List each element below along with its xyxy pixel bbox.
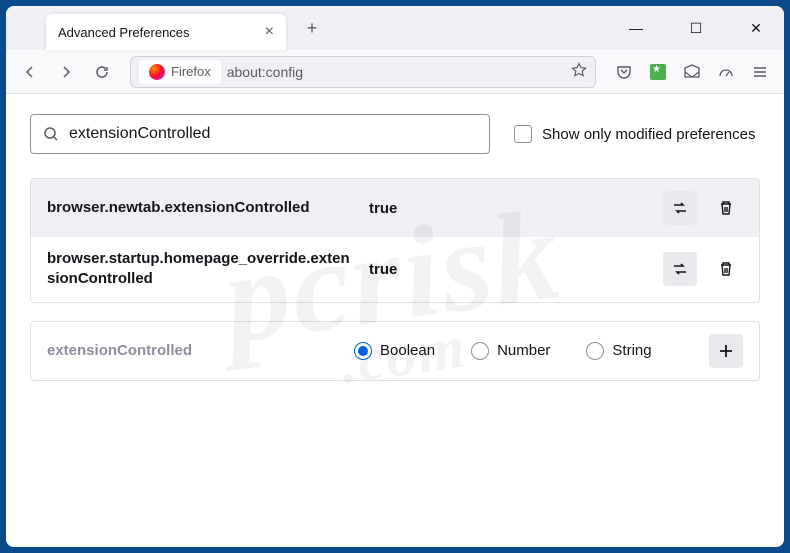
radio-label: Boolean: [380, 342, 435, 359]
toggle-button[interactable]: [663, 191, 697, 225]
radio-icon: [586, 342, 604, 360]
identity-box[interactable]: Firefox: [139, 60, 221, 84]
maximize-button[interactable]: ☐: [678, 20, 714, 37]
pref-row: browser.newtab.extensionControlled true: [31, 179, 759, 237]
search-input[interactable]: [69, 125, 477, 143]
pref-value: true: [369, 200, 651, 217]
inbox-icon[interactable]: [676, 56, 708, 88]
pref-value: true: [369, 261, 651, 278]
bookmark-star-icon[interactable]: [571, 62, 587, 81]
window-controls: — ☐ ✕: [618, 6, 774, 50]
browser-window: Advanced Preferences × + — ☐ ✕ Firefox a…: [6, 6, 784, 547]
checkbox-icon: [514, 125, 532, 143]
dashboard-icon[interactable]: [710, 56, 742, 88]
radio-string[interactable]: String: [586, 342, 651, 360]
toolbar-icons: [608, 56, 776, 88]
checkbox-label: Show only modified preferences: [542, 126, 755, 143]
prefs-table: browser.newtab.extensionControlled true …: [30, 178, 760, 303]
about-config-content: Show only modified preferences browser.n…: [6, 94, 784, 547]
close-window-button[interactable]: ✕: [738, 20, 774, 37]
radio-number[interactable]: Number: [471, 342, 550, 360]
radio-icon: [471, 342, 489, 360]
delete-button[interactable]: [709, 191, 743, 225]
extension-icon[interactable]: [642, 56, 674, 88]
reload-button[interactable]: [86, 56, 118, 88]
radio-label: Number: [497, 342, 550, 359]
pref-row: browser.startup.homepage_override.extens…: [31, 237, 759, 302]
new-tab-button[interactable]: +: [298, 14, 326, 42]
tab-advanced-preferences[interactable]: Advanced Preferences ×: [46, 14, 286, 50]
radio-boolean[interactable]: Boolean: [354, 342, 435, 360]
menu-button[interactable]: [744, 56, 776, 88]
search-box[interactable]: [30, 114, 490, 154]
pref-name: browser.startup.homepage_override.extens…: [47, 249, 357, 290]
new-pref-name: extensionControlled: [47, 342, 342, 359]
type-radio-group: Boolean Number String: [354, 342, 697, 360]
pocket-icon[interactable]: [608, 56, 640, 88]
forward-button[interactable]: [50, 56, 82, 88]
add-button[interactable]: [709, 334, 743, 368]
url-bar[interactable]: Firefox about:config: [130, 56, 596, 88]
delete-button[interactable]: [709, 252, 743, 286]
toggle-button[interactable]: [663, 252, 697, 286]
search-row: Show only modified preferences: [30, 114, 760, 154]
radio-label: String: [612, 342, 651, 359]
close-icon[interactable]: ×: [265, 23, 274, 41]
tab-title: Advanced Preferences: [58, 25, 257, 40]
navigation-bar: Firefox about:config: [6, 50, 784, 94]
show-modified-checkbox[interactable]: Show only modified preferences: [514, 125, 755, 143]
url-text: about:config: [227, 64, 565, 80]
identity-label: Firefox: [171, 64, 211, 79]
new-pref-row: extensionControlled Boolean Number Strin…: [30, 321, 760, 381]
minimize-button[interactable]: —: [618, 20, 654, 36]
back-button[interactable]: [14, 56, 46, 88]
firefox-icon: [149, 64, 165, 80]
search-icon: [43, 126, 59, 142]
pref-name: browser.newtab.extensionControlled: [47, 198, 357, 218]
tab-bar: Advanced Preferences × + — ☐ ✕: [6, 6, 784, 50]
radio-icon: [354, 342, 372, 360]
